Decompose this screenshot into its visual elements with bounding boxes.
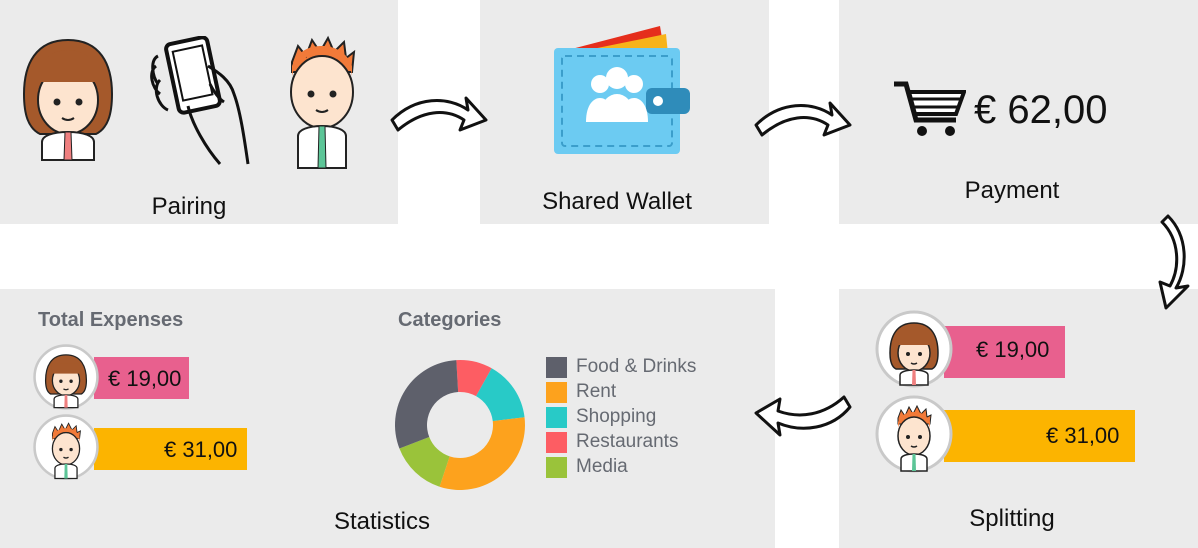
wallet-icon [554,26,690,154]
arrow-down-icon [1158,214,1190,310]
legend-item: Food & Drinks [546,356,696,378]
legend-label: Media [576,456,628,477]
phone-hand-icon [150,36,250,165]
girl-avatar-icon [22,38,114,161]
shopping-cart-icon [894,81,966,136]
stats-amount-person1: € 19,00 [108,366,182,391]
splitting-label: Splitting [969,505,1055,532]
splitting-amount-person2: € 31,00 [1046,423,1120,448]
donut-slice-food-drinks [395,360,459,449]
boy-avatar-icon [33,414,99,480]
shared-wallet-label: Shared Wallet [542,188,692,215]
stats-amount-person2: € 31,00 [164,437,238,462]
legend-label: Rent [576,381,617,402]
legend-swatch [546,381,567,403]
boy-avatar-icon [290,35,356,169]
arrow-right-icon [754,101,852,137]
legend-item: Restaurants [546,431,678,453]
boy-avatar-icon [875,395,953,473]
legend-swatch [546,456,567,478]
payment-label: Payment [964,177,1060,204]
legend-label: Restaurants [576,431,679,452]
girl-avatar-icon [33,344,99,410]
legend-item: Shopping [546,406,656,428]
splitting-amount-person1: € 19,00 [976,337,1050,362]
total-expenses-title: Total Expenses [38,309,184,331]
legend-item: Rent [546,381,616,403]
pairing-label: Pairing [151,193,227,220]
statistics-label: Statistics [333,508,431,535]
categories-title: Categories [398,309,502,331]
donut-slice-rent [439,417,525,490]
legend-item: Media [546,456,628,478]
arrow-left-icon [754,395,852,437]
payment-amount: € 62,00 [974,88,1108,132]
legend-swatch [546,406,567,428]
legend-swatch [546,431,567,453]
legend-swatch [546,356,567,378]
girl-avatar-icon [875,310,953,388]
legend-label: Shopping [576,406,657,427]
arrow-right-icon [390,96,488,132]
categories-donut-chart [395,360,525,490]
legend-label: Food & Drinks [576,356,697,377]
